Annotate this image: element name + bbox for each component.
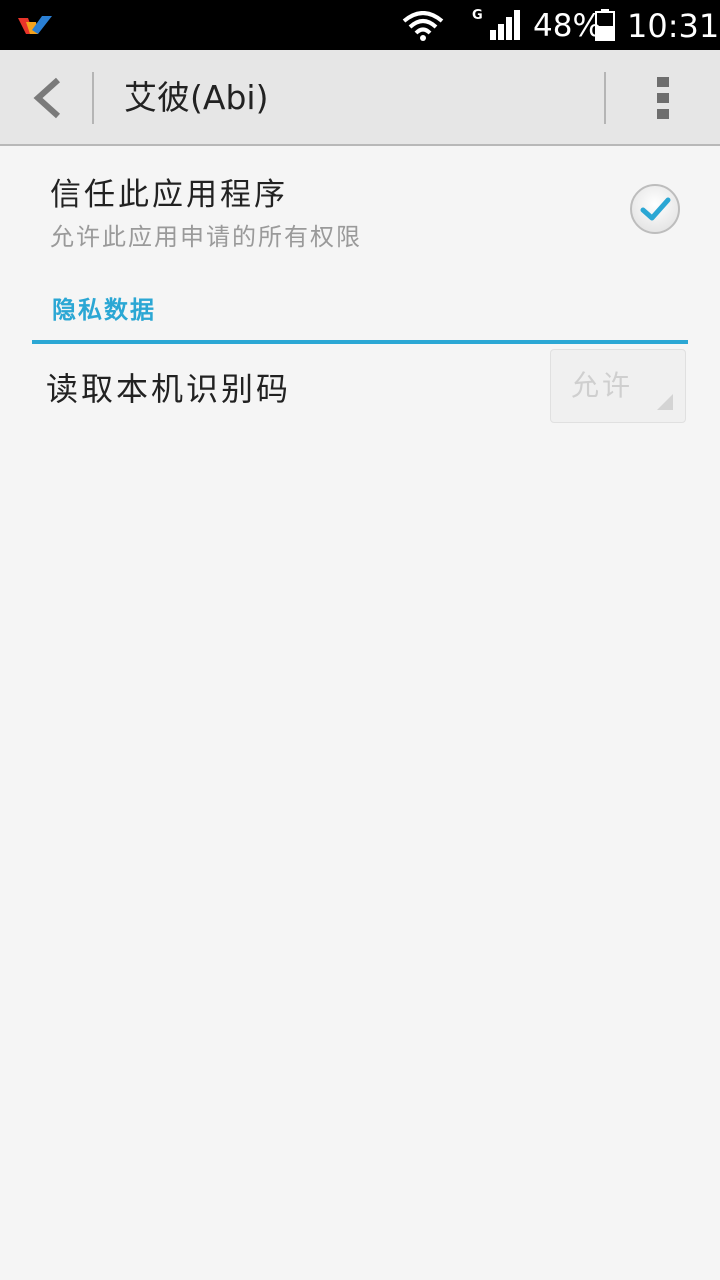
overflow-menu-icon[interactable] <box>652 77 674 119</box>
trust-app-row[interactable]: 信任此应用程序 允许此应用申请的所有权限 <box>0 160 720 260</box>
page-title: 艾彼(Abi) <box>124 78 269 117</box>
permission-label: 读取本机识别码 <box>46 370 292 408</box>
wifi-icon <box>402 11 444 41</box>
back-arrow-icon[interactable] <box>28 76 68 120</box>
battery-icon <box>595 9 615 41</box>
action-bar-divider <box>92 72 94 124</box>
trust-app-title: 信任此应用程序 <box>50 177 288 213</box>
action-bar: 艾彼(Abi) <box>0 50 720 146</box>
status-bar: G 48% 10:31 <box>0 0 720 50</box>
action-bar-divider <box>604 72 606 124</box>
clock: 10:31 <box>627 7 720 45</box>
permission-row: 读取本机识别码 允许 <box>0 345 720 435</box>
network-type-label: G <box>472 8 483 23</box>
trust-app-subtitle: 允许此应用申请的所有权限 <box>50 223 362 251</box>
section-title: 隐私数据 <box>52 296 156 324</box>
spinner-arrow-icon <box>657 394 673 410</box>
app-logo-icon <box>18 16 52 34</box>
section-header-privacy: 隐私数据 <box>32 290 688 344</box>
battery-percent: 48% <box>533 8 602 44</box>
trust-checkbox[interactable] <box>628 182 682 236</box>
permission-spinner[interactable]: 允许 <box>550 349 686 423</box>
permission-spinner-value: 允许 <box>571 369 634 402</box>
signal-icon <box>490 10 520 40</box>
